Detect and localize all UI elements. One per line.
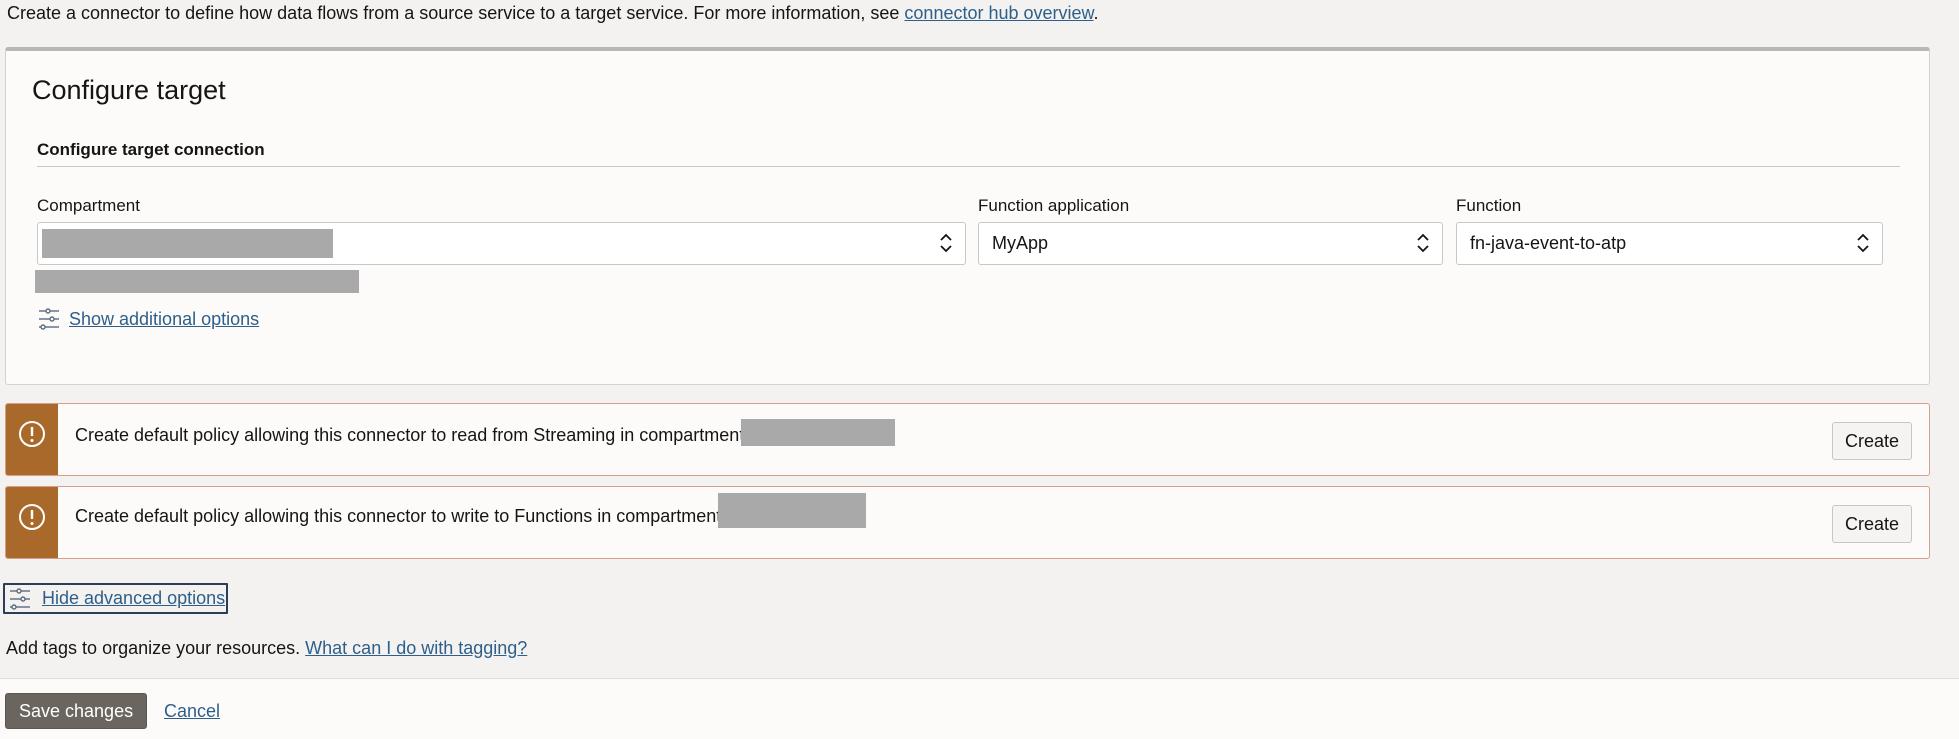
warning-bar [6, 487, 58, 558]
panel-title: Configure target [32, 75, 226, 105]
function-application-label: Function application [978, 196, 1130, 215]
create-policy-button[interactable]: Create [1831, 505, 1912, 543]
cancel-link[interactable]: Cancel [164, 701, 220, 722]
redacted-compartment-name [42, 229, 333, 258]
create-policy-button[interactable]: Create [1831, 422, 1912, 460]
connector-hub-overview-link[interactable]: connector hub overview [904, 3, 1093, 23]
warning-bar [6, 404, 58, 475]
intro-description: Create a connector to define how data fl… [7, 3, 905, 23]
sliders-icon [10, 587, 30, 610]
chevron-up-down-icon [1417, 233, 1429, 253]
compartment-select[interactable] [37, 222, 966, 265]
compartment-label: Compartment [37, 196, 140, 215]
intro-text: Create a connector to define how data fl… [7, 2, 1099, 24]
section-divider [37, 166, 1900, 167]
chevron-up-down-icon [940, 233, 952, 253]
function-label: Function [1456, 196, 1522, 215]
policy-banner-functions: Create default policy allowing this conn… [5, 486, 1930, 559]
show-additional-options-link[interactable]: Show additional options [69, 309, 259, 330]
exclamation-circle-icon [19, 421, 45, 447]
redacted-compartment [718, 493, 866, 528]
tags-text: Add tags to organize your resources. Wha… [6, 638, 527, 659]
hide-advanced-options-link[interactable]: Hide advanced options [42, 588, 225, 609]
redacted-compartment [741, 419, 895, 446]
save-changes-button[interactable]: Save changes [5, 693, 148, 729]
function-value: fn-java-event-to-atp [1470, 233, 1627, 253]
policy-banner-streaming: Create default policy allowing this conn… [5, 403, 1930, 476]
intro-suffix: . [1093, 3, 1099, 23]
configure-target-panel: Configure target Configure target connec… [5, 47, 1930, 385]
tagging-help-link[interactable]: What can I do with tagging? [305, 638, 527, 658]
show-additional-options[interactable]: Show additional options [37, 307, 259, 331]
section-title: Configure target connection [37, 140, 265, 159]
policy-message: Create default policy allowing this conn… [75, 425, 745, 445]
tags-description: Add tags to organize your resources. [6, 638, 306, 658]
redacted-compartment-path [35, 270, 359, 293]
chevron-up-down-icon [1857, 233, 1869, 253]
hide-advanced-options[interactable]: Hide advanced options [3, 583, 228, 614]
sliders-icon [39, 308, 59, 330]
exclamation-circle-icon [19, 504, 45, 530]
footer-bar: Save changes Cancel [0, 678, 1959, 739]
function-application-select[interactable]: MyApp [978, 222, 1443, 265]
function-application-value: MyApp [992, 233, 1049, 253]
function-select[interactable]: fn-java-event-to-atp [1456, 222, 1883, 265]
policy-message: Create default policy allowing this conn… [75, 506, 722, 526]
